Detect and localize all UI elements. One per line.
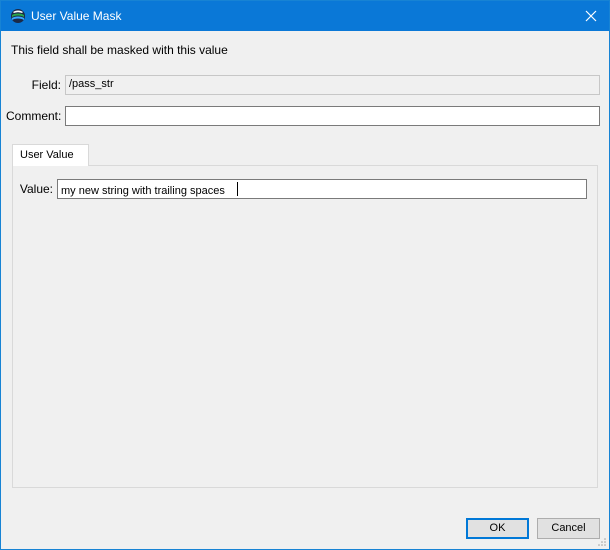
dialog-description: This field shall be masked with this val… [11, 43, 228, 57]
field-path-value: /pass_str [65, 75, 600, 95]
comment-input[interactable] [65, 106, 600, 126]
window-title: User Value Mask [31, 9, 122, 23]
text-cursor [236, 182, 238, 196]
close-icon[interactable] [580, 5, 602, 27]
tab-user-value[interactable]: User Value [12, 144, 89, 166]
comment-label: Comment: [6, 109, 62, 123]
user-value-tab-panel [12, 165, 598, 488]
ok-button[interactable]: OK [466, 518, 529, 539]
user-value-mask-dialog: User Value Mask This field shall be mask… [0, 0, 610, 550]
cancel-button[interactable]: Cancel [537, 518, 600, 539]
app-icon [11, 9, 25, 23]
value-input[interactable]: my new string with trailing spaces [57, 179, 587, 199]
resize-grip-icon[interactable] [598, 538, 607, 547]
field-label: Field: [31, 78, 61, 92]
value-label: Value: [19, 182, 53, 196]
title-bar[interactable]: User Value Mask [1, 1, 609, 31]
value-text: my new string with trailing spaces [61, 185, 225, 197]
